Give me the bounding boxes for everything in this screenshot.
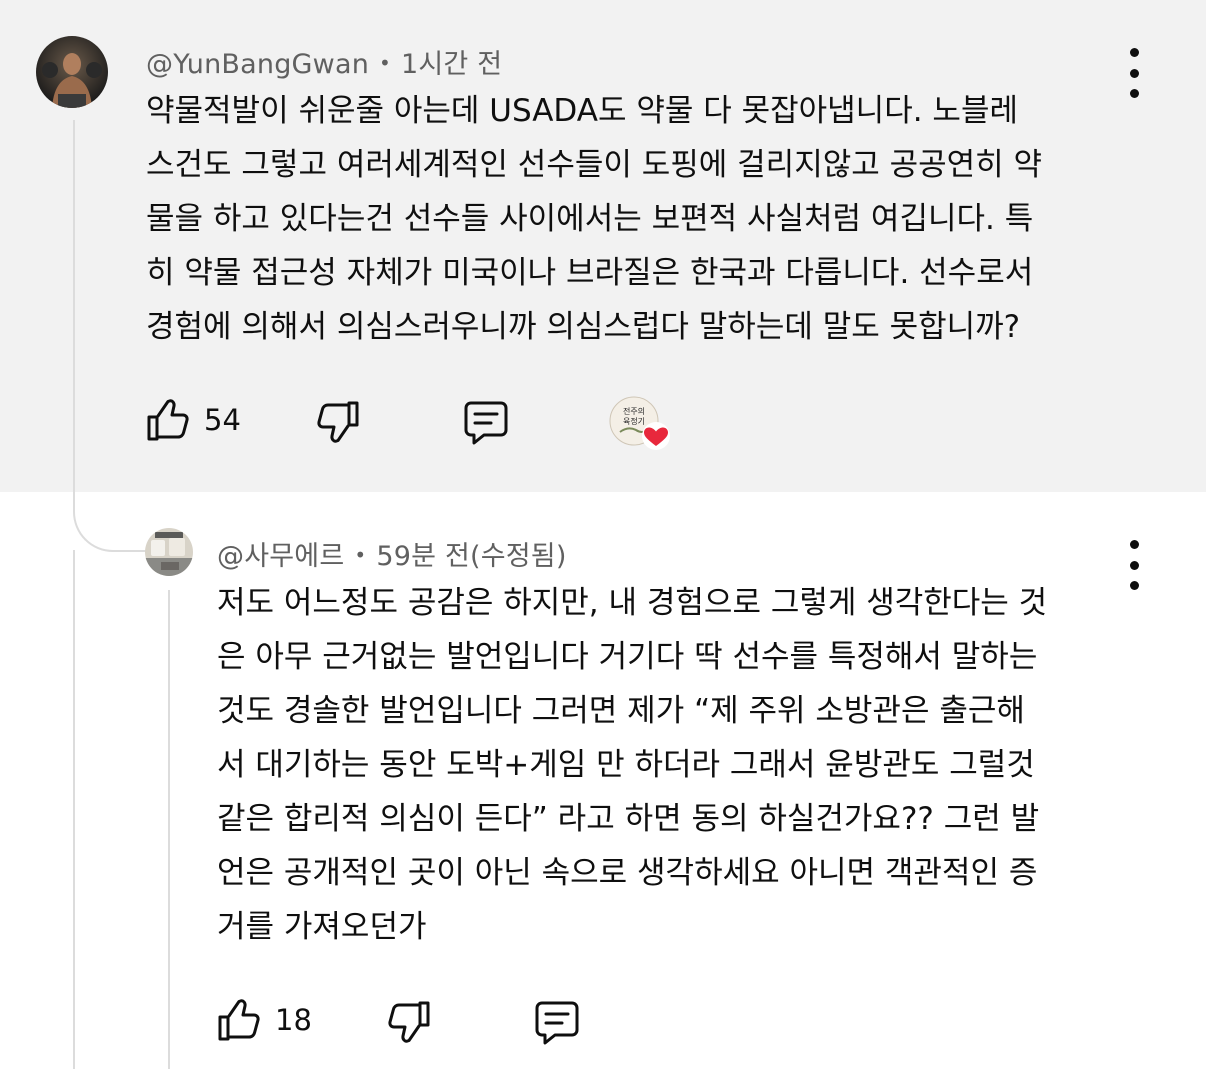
creator-avatar-text: 육정기 (623, 416, 645, 426)
comment-text-line: 물을 하고 있다는건 선수들 사이에서는 보편적 사실처럼 여깁니다. 특 (146, 201, 1034, 237)
thumbs-down-icon (388, 1001, 430, 1043)
creator-heart-badge[interactable]: 전주의 육정기 (608, 396, 672, 460)
reply-text-line: 같은 합리적 의심이 든다” 라고 하면 동의 하실건가요?? 그런 발 (217, 801, 1040, 837)
reply-meta: @사무에르 • 59분 전(수정됨) (217, 534, 567, 573)
comment-meta: @YunBangGwan • 1시간 전 (146, 42, 502, 81)
reply-like-button[interactable] (213, 994, 265, 1046)
reply-reply-button[interactable] (531, 996, 583, 1048)
reply-text-line: 은 아무 근거없는 발언입니다 거기다 딱 선수를 특정해서 말하는 (217, 639, 1038, 675)
reply-icon (464, 401, 508, 445)
reply-avatar[interactable] (145, 528, 193, 576)
thread-connector (73, 490, 147, 552)
separator-dot: • (354, 543, 367, 567)
comment-text-line: 약물적발이 쉬운줄 아는데 USADA도 약물 다 못잡아냅니다. 노블레 (146, 93, 1018, 129)
reply-text-line: 서 대기하는 동안 도박+게임 만 하더라 그래서 윤방관도 그럴것 (217, 747, 1035, 783)
more-options-button[interactable] (1114, 48, 1154, 98)
thumbs-up-icon (147, 399, 189, 441)
thread-line-lower (73, 550, 75, 1069)
reply-like-count: 18 (275, 1003, 312, 1037)
thread-line (73, 120, 75, 490)
reply-text-line: 언은 공개적인 곳이 아닌 속으로 생각하세요 아니면 객관적인 증 (217, 855, 1038, 891)
reply-more-options-button[interactable] (1114, 540, 1154, 590)
reply-thread-line (168, 590, 170, 1069)
comment-time[interactable]: 1시간 전 (401, 49, 502, 80)
more-vert-icon (1129, 48, 1139, 57)
more-vert-icon (1129, 540, 1139, 549)
thumbs-down-icon (317, 401, 359, 443)
comment-text-line: 히 약물 접근성 자체가 미국이나 브라질은 한국과 다릅니다. 선수로서 (146, 255, 1034, 291)
reply-text-line: 거를 가져오던가 (217, 909, 427, 945)
comment-text-line: 경험에 의해서 의심스러우니까 의심스럽다 말하는데 말도 못합니까? (146, 309, 1021, 345)
like-button[interactable] (142, 394, 194, 446)
reply-author[interactable]: @사무에르 (217, 541, 344, 572)
thumbs-up-icon (218, 999, 260, 1041)
reply-text-line: 저도 어느정도 공감은 하지만, 내 경험으로 그렇게 생각한다는 것 (217, 585, 1048, 621)
creator-avatar-text: 전주의 (623, 406, 645, 416)
separator-dot: • (379, 51, 392, 75)
reply-text-line: 것도 경솔한 발언입니다 그러면 제가 “제 주위 소방관은 출근해 (217, 693, 1025, 729)
avatar[interactable] (36, 36, 108, 108)
comment-text: 약물적발이 쉬운줄 아는데 USADA도 약물 다 못잡아냅니다. 노블레 스건… (146, 84, 1042, 354)
reply-icon (535, 1001, 579, 1045)
comment-author[interactable]: @YunBangGwan (146, 49, 369, 80)
reply-button[interactable] (460, 396, 512, 448)
comment-text-line: 스건도 그렇고 여러세계적인 선수들이 도핑에 걸리지않고 공공연히 약 (146, 147, 1043, 183)
like-count: 54 (204, 403, 241, 437)
reply-time[interactable]: 59분 전(수정됨) (376, 541, 566, 572)
creator-heart-icon (642, 422, 670, 450)
reply-dislike-button[interactable] (383, 996, 435, 1048)
reply-text: 저도 어느정도 공감은 하지만, 내 경험으로 그렇게 생각한다는 것 은 아무… (217, 576, 1047, 954)
dislike-button[interactable] (312, 396, 364, 448)
